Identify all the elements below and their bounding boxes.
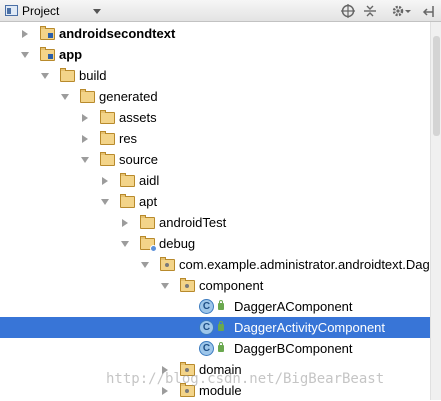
collapse-arrow-icon[interactable] bbox=[161, 283, 169, 289]
expand-arrow-icon[interactable] bbox=[162, 387, 168, 395]
tree-row[interactable]: build bbox=[0, 65, 430, 86]
tree-row[interactable]: apt bbox=[0, 191, 430, 212]
tree-row-selected[interactable]: C DaggerActivityComponent bbox=[0, 317, 430, 338]
expand-arrow-icon[interactable] bbox=[82, 114, 88, 122]
collapse-arrow-icon[interactable] bbox=[61, 94, 69, 100]
lock-icon bbox=[218, 300, 224, 310]
tree-item-label: assets bbox=[119, 110, 157, 125]
collapse-arrow-icon[interactable] bbox=[101, 199, 109, 205]
package-icon bbox=[160, 257, 175, 271]
hide-panel-icon[interactable] bbox=[421, 3, 437, 19]
folder-icon bbox=[100, 152, 115, 166]
expand-arrow-icon[interactable] bbox=[82, 135, 88, 143]
tree-row[interactable]: com.example.administrator.androidtext.Da… bbox=[0, 254, 437, 275]
tree-item-label: aidl bbox=[139, 173, 160, 188]
collapse-arrow-icon[interactable] bbox=[81, 157, 89, 163]
watermark: http://blog.csdn.net/BigBearBeast bbox=[106, 371, 385, 387]
collapse-arrow-icon[interactable] bbox=[21, 52, 29, 58]
expand-arrow-icon[interactable] bbox=[102, 177, 108, 185]
tree-item-label: generated bbox=[99, 89, 158, 104]
folder-icon bbox=[100, 110, 115, 124]
target-icon[interactable] bbox=[340, 3, 356, 19]
gear-icon[interactable] bbox=[390, 3, 412, 19]
class-icon: C bbox=[199, 341, 214, 356]
tree-item-label: DaggerActivityComponent bbox=[234, 320, 386, 335]
lock-icon bbox=[218, 342, 224, 352]
folder-icon bbox=[120, 194, 135, 208]
project-icon bbox=[5, 5, 18, 16]
tree-row[interactable]: androidTest bbox=[0, 212, 430, 233]
view-dropdown-icon[interactable] bbox=[93, 9, 101, 14]
folder-icon bbox=[120, 173, 135, 187]
tree-row[interactable]: aidl bbox=[0, 170, 430, 191]
tree-item-label: build bbox=[79, 68, 107, 83]
package-icon bbox=[180, 278, 195, 292]
module-folder-icon bbox=[40, 47, 55, 61]
expand-arrow-icon[interactable] bbox=[122, 219, 128, 227]
tree-row[interactable]: C DaggerAComponent bbox=[0, 296, 430, 317]
class-icon: C bbox=[199, 320, 214, 335]
tree-row[interactable]: C DaggerBComponent bbox=[0, 338, 430, 359]
lock-icon bbox=[218, 321, 224, 331]
tree-row[interactable]: assets bbox=[0, 107, 430, 128]
folder-icon bbox=[140, 215, 155, 229]
scrollbar-thumb[interactable] bbox=[433, 36, 440, 136]
vertical-scrollbar[interactable] bbox=[430, 22, 441, 400]
tree-row[interactable]: component bbox=[0, 275, 430, 296]
tree-item-label: res bbox=[119, 131, 138, 146]
folder-icon bbox=[80, 89, 95, 103]
tree-row[interactable]: androidsecondtext bbox=[0, 23, 430, 44]
tree-item-label: source bbox=[119, 152, 159, 167]
tree-row[interactable]: res bbox=[0, 128, 430, 149]
tree-row[interactable]: app bbox=[0, 44, 430, 65]
tree-row[interactable]: generated bbox=[0, 86, 430, 107]
collapse-all-icon[interactable] bbox=[362, 3, 378, 19]
folder-icon bbox=[60, 68, 75, 82]
folder-icon bbox=[100, 131, 115, 145]
tree-row[interactable]: source bbox=[0, 149, 430, 170]
collapse-arrow-icon[interactable] bbox=[141, 262, 149, 268]
class-icon: C bbox=[199, 299, 214, 314]
expand-arrow-icon[interactable] bbox=[22, 30, 28, 38]
tree-row[interactable]: debug bbox=[0, 233, 430, 254]
tree-item-label: DaggerBComponent bbox=[234, 341, 353, 356]
project-panel-header: Project bbox=[0, 0, 441, 22]
tree-item-label: androidsecondtext bbox=[59, 26, 176, 41]
tree-item-label: debug bbox=[159, 236, 196, 251]
tree-item-label: app bbox=[59, 47, 83, 62]
collapse-arrow-icon[interactable] bbox=[41, 73, 49, 79]
panel-title[interactable]: Project bbox=[22, 4, 59, 18]
module-folder-icon bbox=[40, 26, 55, 40]
tree-item-label: com.example.administrator.androidtext.Da… bbox=[179, 257, 437, 272]
tree-item-label: apt bbox=[139, 194, 158, 209]
tree-item-label: androidTest bbox=[159, 215, 227, 230]
tree-item-label: component bbox=[199, 278, 264, 293]
collapse-arrow-icon[interactable] bbox=[121, 241, 129, 247]
tree-item-label: DaggerAComponent bbox=[234, 299, 353, 314]
generated-source-folder-icon bbox=[140, 236, 157, 252]
